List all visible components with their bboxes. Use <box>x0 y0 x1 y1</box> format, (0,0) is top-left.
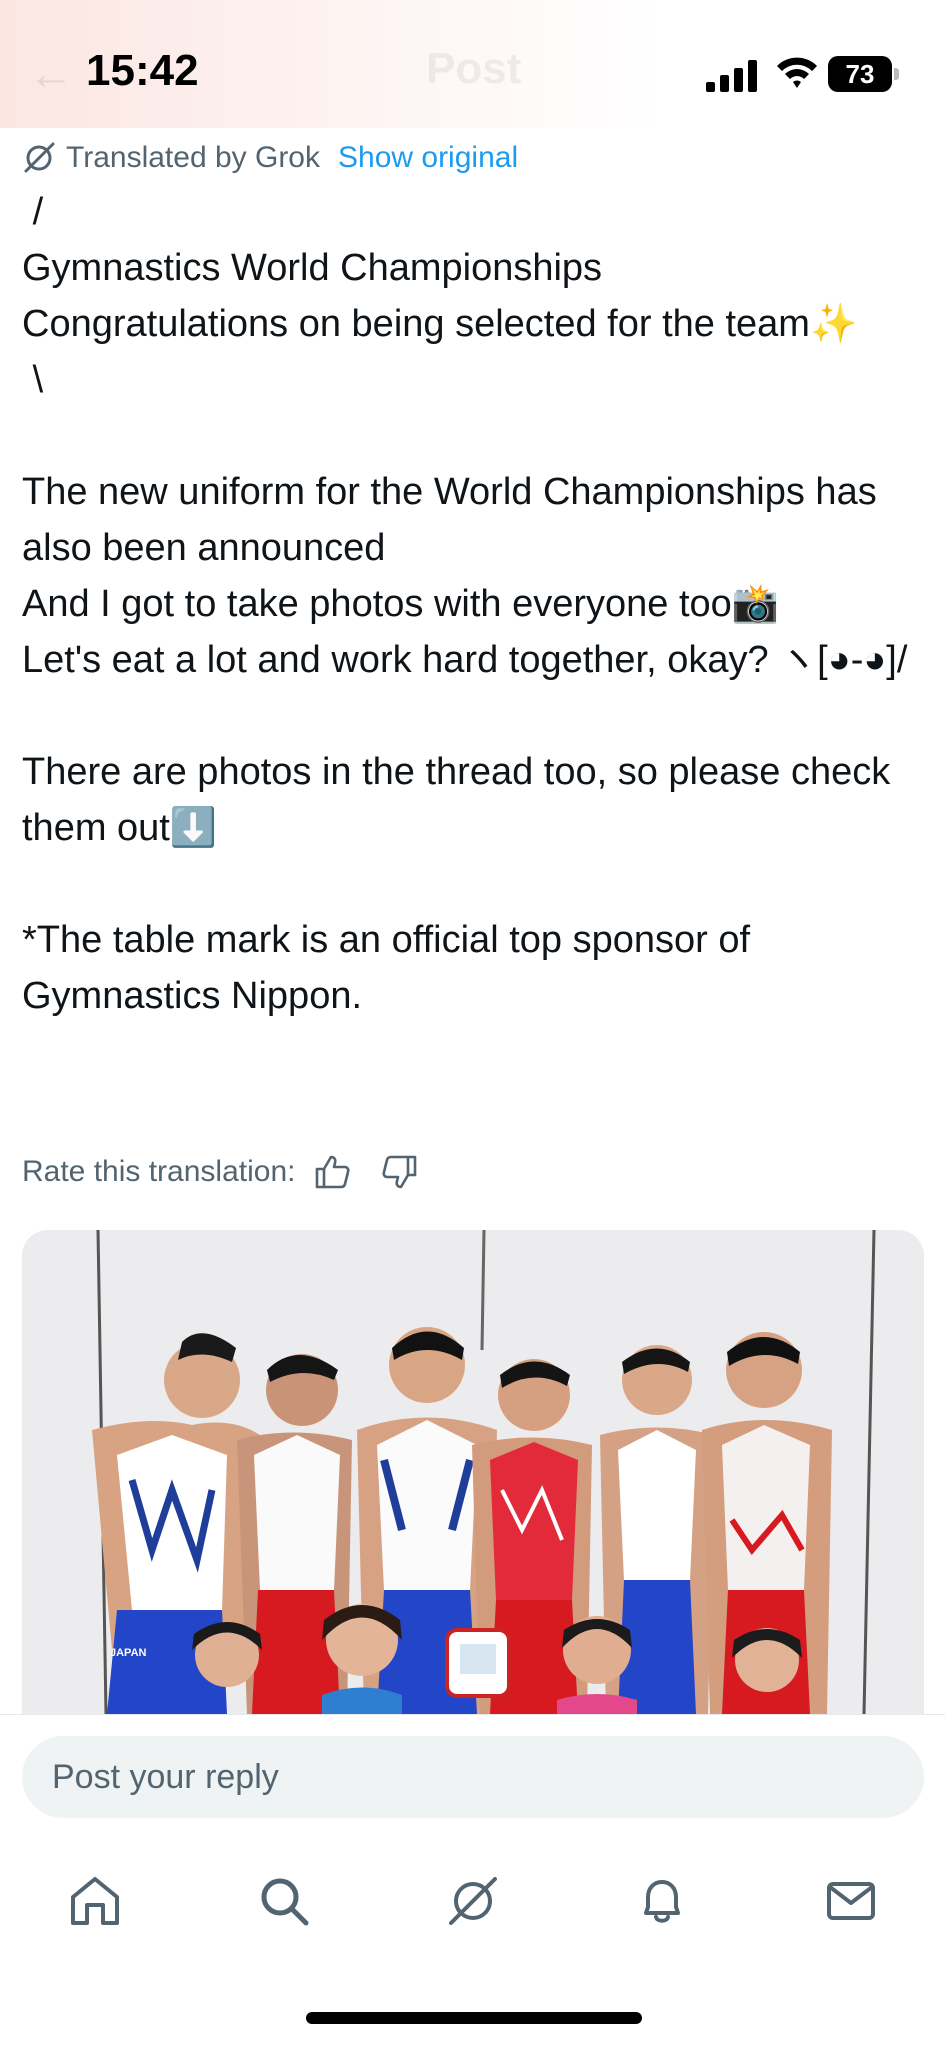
jersey-text: JAPAN <box>110 1647 147 1659</box>
gymnast-front-2 <box>322 1604 402 1714</box>
notifications-icon <box>643 1880 680 1923</box>
tab-search[interactable] <box>244 1861 324 1941</box>
thumbs-down-icon[interactable] <box>381 1153 419 1191</box>
messages-icon <box>826 1882 875 1920</box>
post-image[interactable]: JAPAN <box>22 1230 924 1714</box>
reply-input[interactable]: Post your reply <box>22 1736 924 1818</box>
grok-icon <box>448 1877 497 1925</box>
search-icon <box>261 1878 308 1926</box>
battery-level: 73 <box>828 56 892 92</box>
tab-messages[interactable] <box>811 1861 891 1941</box>
tab-notifications[interactable] <box>622 1861 702 1941</box>
thumbs-up-icon[interactable] <box>313 1153 351 1191</box>
tab-bar <box>0 1846 945 1956</box>
battery-icon: 73 <box>828 56 900 92</box>
wifi-icon <box>777 57 817 88</box>
translation-banner: Translated by Grok Show original <box>22 138 518 178</box>
rate-translation-label: Rate this translation: <box>22 1155 296 1188</box>
status-bar: ← Post 15:42 73 <box>0 0 945 128</box>
back-arrow-icon[interactable]: ← <box>28 46 74 100</box>
battery-cap <box>894 68 899 80</box>
tab-home[interactable] <box>55 1861 135 1941</box>
show-original-link[interactable]: Show original <box>338 141 518 175</box>
post-text: / Gymnastics World Championships Congrat… <box>22 191 908 1017</box>
page-title: Post <box>426 44 522 93</box>
mascot <box>445 1628 511 1698</box>
status-time: 15:42 <box>86 46 199 95</box>
home-indicator[interactable] <box>306 2012 642 2024</box>
tab-grok[interactable] <box>433 1861 513 1941</box>
gymnast-front-3 <box>557 1616 637 1714</box>
cellular-signal-icon <box>706 60 757 92</box>
rate-translation: Rate this translation: <box>22 1150 419 1194</box>
team-photo: JAPAN <box>22 1230 924 1714</box>
home-icon <box>70 1877 119 1925</box>
translated-by-label: Translated by Grok <box>66 141 320 174</box>
grok-icon <box>24 142 55 173</box>
